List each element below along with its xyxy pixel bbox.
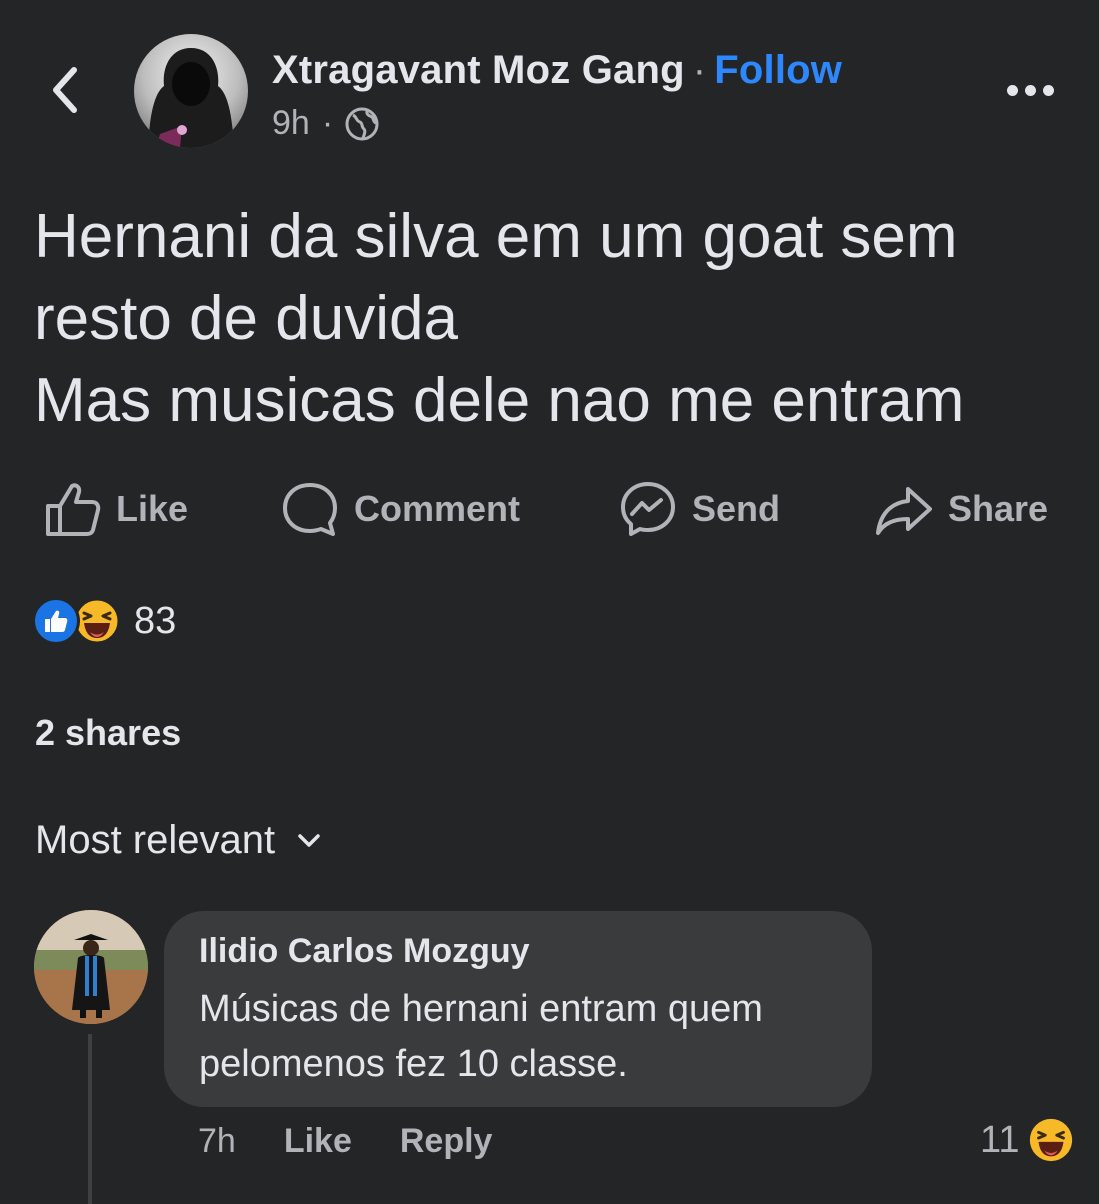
thumbs-up-icon: [46, 483, 101, 536]
comment-button[interactable]: Comment: [280, 474, 520, 544]
post-meta: 9h ·: [272, 104, 379, 143]
more-options-button[interactable]: [1000, 70, 1060, 110]
chevron-left-icon: [53, 67, 77, 113]
title-separator: ·: [692, 48, 707, 92]
share-button[interactable]: Share: [874, 474, 1048, 544]
comment-thread-line: [88, 1034, 92, 1204]
share-icon: [876, 487, 932, 535]
comment-time[interactable]: 7h: [198, 1122, 236, 1161]
comment-label: Comment: [354, 488, 521, 529]
comment-reply-button[interactable]: Reply: [400, 1122, 493, 1161]
comment-sort-dropdown[interactable]: Most relevant: [35, 818, 321, 863]
shares-count[interactable]: 2 shares: [35, 712, 181, 754]
like-button[interactable]: Like: [44, 474, 188, 544]
more-dot-icon: [1042, 84, 1054, 96]
back-button[interactable]: [40, 62, 90, 118]
post-time[interactable]: 9h: [272, 104, 310, 143]
post-text: Hernani da silva em um goat sem resto de…: [34, 202, 965, 435]
haha-reaction-icon: [1030, 1118, 1073, 1162]
follow-button[interactable]: Follow: [714, 48, 842, 92]
sort-label: Most relevant: [35, 818, 276, 862]
globe-icon: [345, 107, 379, 140]
post-action-bar: Like Comment Send Share: [0, 474, 1099, 544]
reactions-summary[interactable]: 83: [32, 596, 176, 646]
chevron-down-icon: [298, 833, 320, 847]
comment-icon: [283, 483, 337, 536]
send-button[interactable]: Send: [618, 474, 780, 544]
comment-reactions[interactable]: 11: [980, 1116, 1075, 1164]
reaction-count: 83: [134, 599, 177, 642]
page-avatar[interactable]: [134, 34, 248, 148]
comment-text: Músicas de hernani entram quem pelomenos…: [199, 988, 763, 1085]
page-name-link[interactable]: Xtragavant Moz Gang: [272, 48, 685, 92]
messenger-icon: [621, 482, 675, 536]
meta-separator: ·: [321, 104, 334, 142]
post-header-title: Xtragavant Moz Gang · Follow: [272, 48, 842, 93]
commenter-avatar[interactable]: [34, 910, 148, 1024]
like-label: Like: [116, 488, 189, 529]
like-reaction-icon: [32, 597, 80, 645]
more-dot-icon: [1006, 84, 1018, 96]
share-label: Share: [948, 488, 1049, 529]
commenter-name[interactable]: Ilidio Carlos Mozguy: [199, 932, 530, 971]
send-label: Send: [692, 488, 781, 529]
comment-reaction-count: 11: [980, 1118, 1020, 1161]
more-dot-icon: [1024, 84, 1036, 96]
comment-like-button[interactable]: Like: [284, 1122, 352, 1161]
comment-meta: 7h Like Reply: [198, 1122, 492, 1161]
